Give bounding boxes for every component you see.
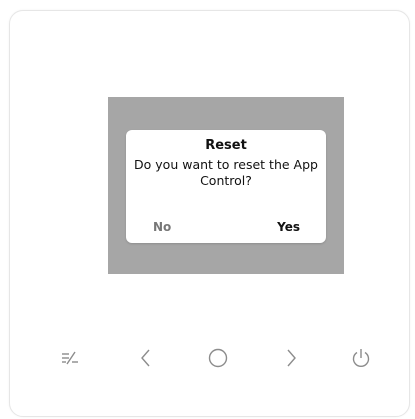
ok-button[interactable] (200, 340, 236, 376)
power-icon (350, 347, 372, 369)
power-button[interactable] (343, 340, 379, 376)
back-button[interactable] (128, 340, 164, 376)
chevron-right-icon (283, 347, 299, 369)
edit-button[interactable] (52, 340, 88, 376)
yes-button[interactable]: Yes (277, 220, 300, 234)
device-screen: Reset Do you want to reset the App Contr… (108, 97, 344, 274)
dialog-title: Reset (205, 138, 247, 153)
chevron-left-icon (138, 347, 154, 369)
no-button[interactable]: No (153, 220, 171, 234)
circle-ok-icon (207, 347, 229, 369)
edit-menu-icon (59, 348, 81, 368)
forward-button[interactable] (273, 340, 309, 376)
reset-dialog: Reset Do you want to reset the App Contr… (126, 130, 326, 243)
dialog-message: Do you want to reset the App Control? (134, 157, 318, 188)
